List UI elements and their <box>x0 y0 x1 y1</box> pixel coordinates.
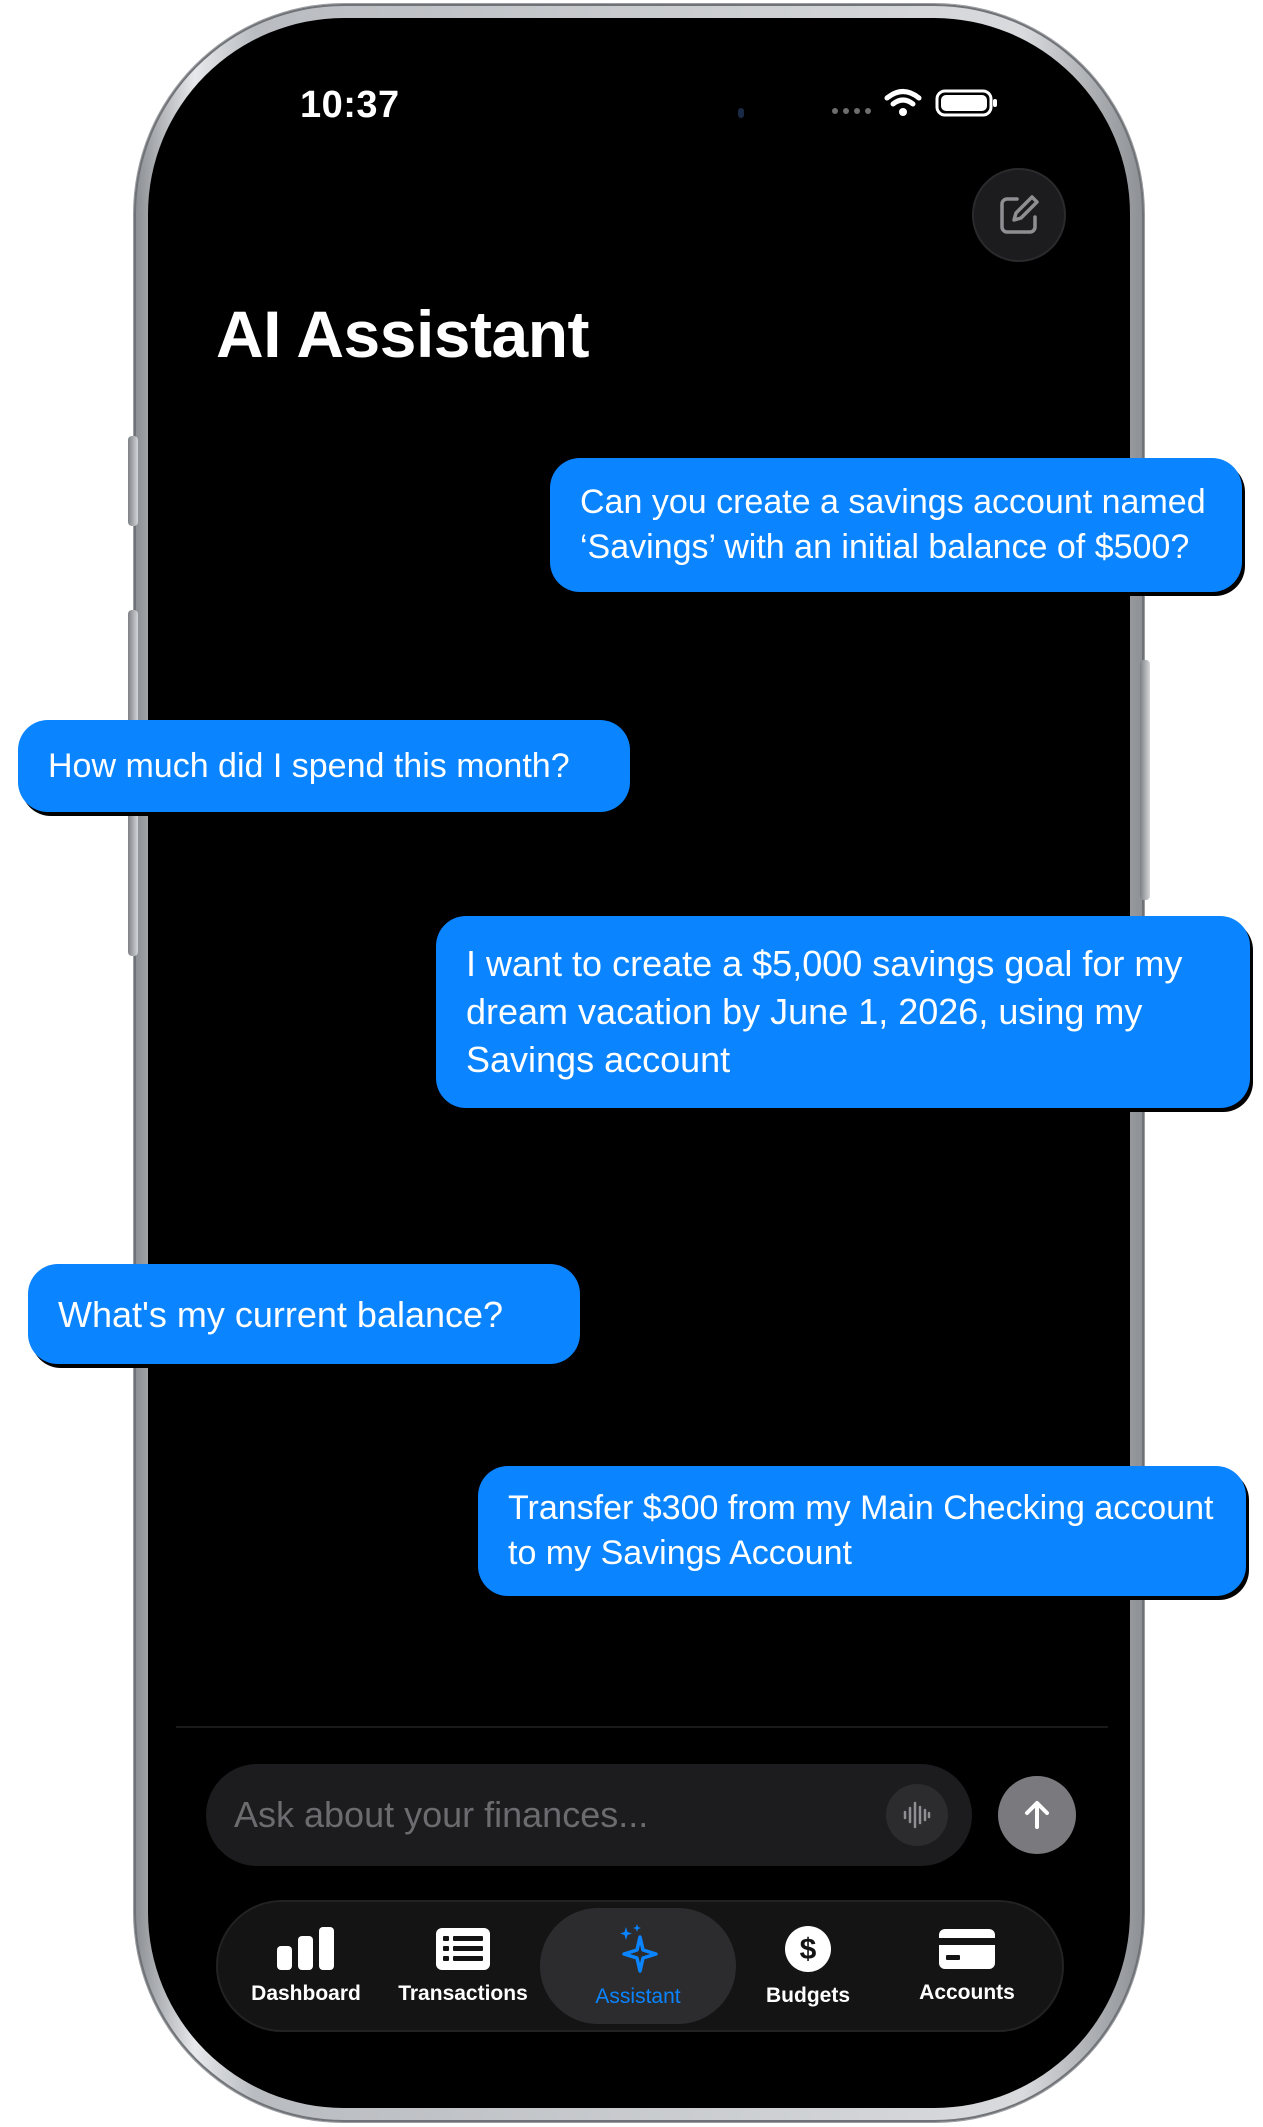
svg-text:$: $ <box>800 1933 817 1966</box>
bar-chart-icon <box>277 1927 334 1970</box>
send-button[interactable] <box>998 1776 1076 1854</box>
sparkles-icon <box>620 1924 658 1973</box>
voice-input-button[interactable] <box>886 1784 948 1846</box>
composer-divider <box>176 1726 1108 1728</box>
credit-card-icon <box>939 1929 995 1969</box>
new-chat-button[interactable] <box>972 168 1066 262</box>
message-bubble: What's my current balance? <box>28 1264 580 1364</box>
tab-label: Budgets <box>766 1984 850 2007</box>
message-bubble: I want to create a $5,000 savings goal f… <box>436 916 1250 1108</box>
arrow-up-icon <box>1025 1801 1049 1829</box>
tab-label: Transactions <box>398 1982 528 2005</box>
camera-dot <box>738 108 744 118</box>
waveform-icon <box>903 1801 931 1829</box>
dollar-circle-icon: $ <box>785 1926 831 1972</box>
wifi-icon <box>884 89 922 116</box>
volume-down-button <box>128 806 138 956</box>
page-title: AI Assistant <box>216 297 589 371</box>
tab-label: Dashboard <box>251 1982 361 2005</box>
compose-icon <box>1000 195 1039 234</box>
message-bubble: Transfer $300 from my Main Checking acco… <box>478 1466 1246 1596</box>
battery-icon <box>935 89 997 117</box>
tab-accounts[interactable]: Accounts <box>892 1908 1042 2024</box>
tab-assistant[interactable]: Assistant <box>540 1908 736 2024</box>
tab-bar: Dashboard Transactions Assistant $ Budge… <box>216 1900 1064 2032</box>
composer <box>206 1764 972 1866</box>
status-time: 10:37 <box>300 84 400 126</box>
message-input[interactable] <box>232 1764 872 1866</box>
tab-label: Assistant <box>595 1985 681 2008</box>
tab-label: Accounts <box>919 1981 1015 2004</box>
list-icon <box>436 1928 490 1970</box>
tab-transactions[interactable]: Transactions <box>378 1908 548 2024</box>
power-button <box>1140 660 1150 900</box>
tab-budgets[interactable]: $ Budgets <box>738 1908 878 2024</box>
action-button <box>128 436 138 526</box>
message-bubble: Can you create a savings account named ‘… <box>550 458 1242 592</box>
status-indicators <box>832 88 999 118</box>
tab-dashboard[interactable]: Dashboard <box>236 1908 376 2024</box>
message-bubble: How much did I spend this month? <box>18 720 630 812</box>
signal-icon <box>832 88 871 118</box>
